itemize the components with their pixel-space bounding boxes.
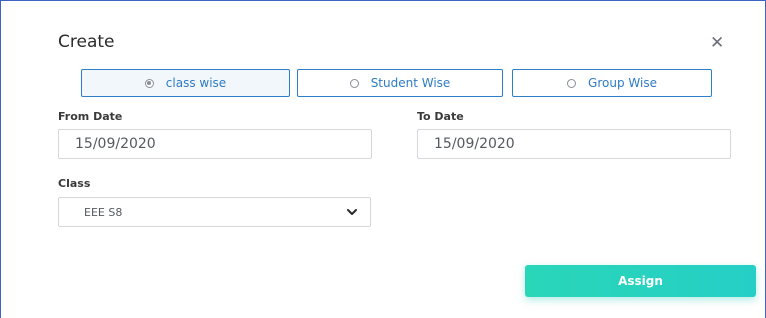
student-wise-label: Student Wise — [370, 76, 451, 90]
dialog-title: Create — [58, 32, 115, 52]
radio-selected-icon — [144, 78, 154, 88]
group-wise-label: Group Wise — [588, 76, 657, 90]
from-date-label: From Date — [58, 110, 123, 123]
class-wise-option[interactable]: class wise — [81, 69, 290, 97]
chevron-down-icon — [347, 209, 357, 215]
student-wise-option[interactable]: Student Wise — [297, 69, 503, 97]
to-date-label: To Date — [417, 110, 464, 123]
assign-button[interactable]: Assign — [525, 265, 756, 297]
class-label: Class — [58, 177, 91, 190]
from-date-field[interactable]: 15/09/2020 — [58, 129, 372, 159]
radio-unselected-icon — [349, 78, 359, 88]
to-date-field[interactable]: 15/09/2020 — [417, 129, 731, 159]
radio-unselected-icon — [567, 78, 577, 88]
group-wise-option[interactable]: Group Wise — [512, 69, 712, 97]
close-icon[interactable]: ✕ — [710, 33, 724, 53]
class-select[interactable]: EEE S8 — [58, 197, 371, 227]
class-select-value: EEE S8 — [84, 205, 123, 219]
create-dialog: Create ✕ class wise Student Wise Group W… — [0, 0, 766, 318]
class-wise-label: class wise — [165, 76, 227, 90]
